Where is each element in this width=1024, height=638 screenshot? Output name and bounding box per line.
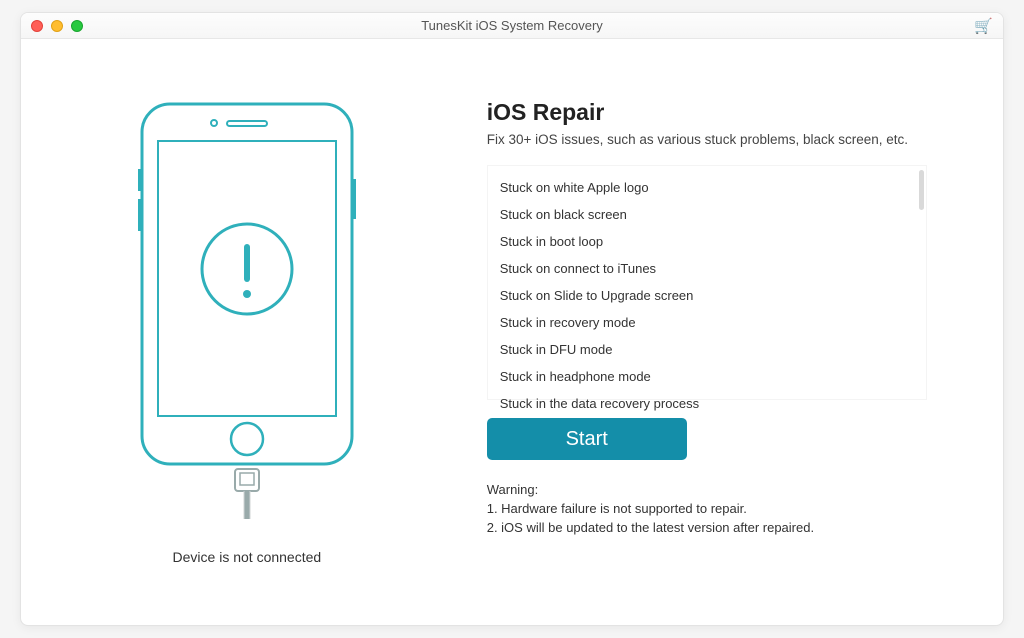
list-item: Stuck on connect to iTunes	[500, 255, 914, 282]
list-item: Stuck in the data recovery process	[500, 390, 914, 417]
repair-panel: iOS Repair Fix 30+ iOS issues, such as v…	[473, 39, 1003, 625]
start-button[interactable]: Start	[487, 418, 687, 460]
scrollbar-thumb[interactable]	[919, 170, 924, 210]
list-item: Stuck in boot loop	[500, 228, 914, 255]
list-item: Stuck on white Apple logo	[500, 174, 914, 201]
content-area: Device is not connected iOS Repair Fix 3…	[21, 39, 1003, 625]
list-item: Stuck in recovery mode	[500, 309, 914, 336]
warning-block: Warning: 1. Hardware failure is not supp…	[487, 482, 973, 535]
list-item: Stuck on Slide to Upgrade screen	[500, 282, 914, 309]
list-item: Stuck in headphone mode	[500, 363, 914, 390]
warning-heading: Warning:	[487, 482, 973, 497]
device-status: Device is not connected	[173, 549, 322, 565]
issue-list[interactable]: Stuck on white Apple logo Stuck on black…	[487, 165, 927, 400]
cart-icon[interactable]: 🛒	[974, 17, 993, 35]
start-button-label: Start	[566, 428, 608, 451]
phone-icon	[132, 99, 362, 519]
device-panel: Device is not connected	[21, 39, 473, 625]
phone-illustration	[132, 99, 362, 519]
page-subtitle: Fix 30+ iOS issues, such as various stuc…	[487, 132, 973, 147]
warning-line: 1. Hardware failure is not supported to …	[487, 501, 973, 516]
list-item: Stuck in DFU mode	[500, 336, 914, 363]
titlebar: TunesKit iOS System Recovery 🛒	[21, 13, 1003, 39]
list-item: Stuck on black screen	[500, 201, 914, 228]
page-title: iOS Repair	[487, 99, 973, 126]
warning-line: 2. iOS will be updated to the latest ver…	[487, 520, 973, 535]
window-title: TunesKit iOS System Recovery	[21, 18, 1003, 33]
app-window: TunesKit iOS System Recovery 🛒	[20, 12, 1004, 626]
